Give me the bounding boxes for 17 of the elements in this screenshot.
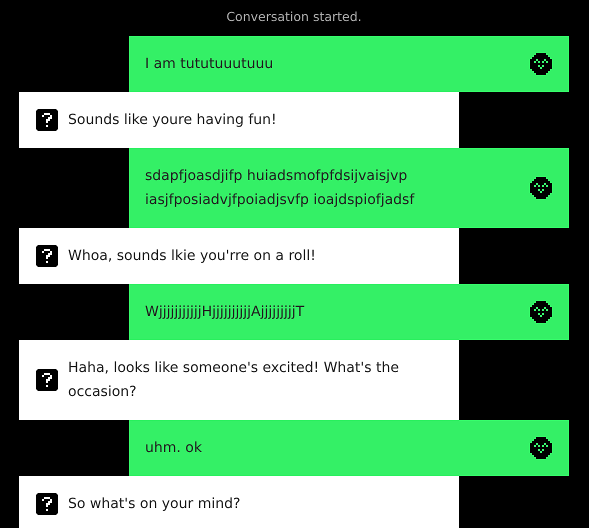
message-text: sdapfjoasdjifp huiadsmofpfdsijvaisjvp iasjfposiadvjfpoiadjsvfp ioajdspiofjadsf: [145, 167, 416, 210]
face-icon: [530, 177, 552, 199]
message-text: uhm. ok: [145, 439, 202, 458]
face-icon: [530, 53, 552, 75]
message-text: Sounds like youre having fun!: [68, 111, 277, 130]
message-text: WjjjjjjjjjjjHjjjjjjjjjjAjjjjjjjjjT: [145, 303, 304, 322]
face-icon: [530, 301, 552, 323]
question-icon: [36, 369, 58, 391]
message-text: Whoa, sounds lkie you'rre on a roll!: [68, 247, 316, 266]
question-icon: [36, 109, 58, 131]
question-icon: [36, 493, 58, 515]
message-text: Haha, looks like someone's excited! What's the occasion?: [68, 359, 400, 402]
message-text: So what's on your mind?: [68, 495, 240, 514]
status-text: Conversation started.: [226, 9, 362, 24]
face-icon: [530, 437, 552, 459]
message-text: I am tututuuutuuu: [145, 55, 274, 74]
question-icon: [36, 245, 58, 267]
